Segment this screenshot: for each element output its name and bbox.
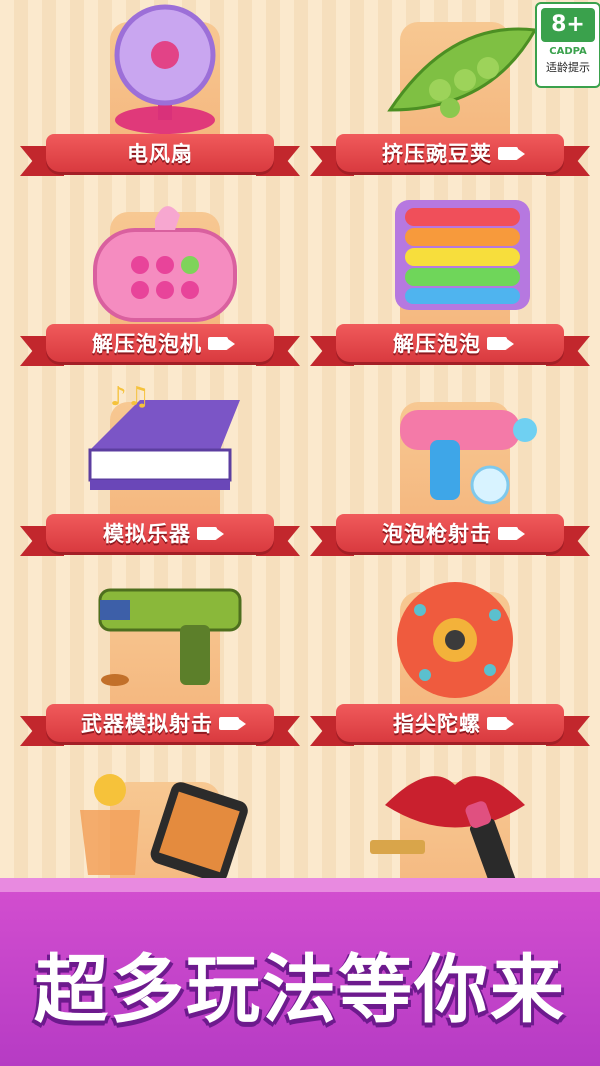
game-ribbon: 电风扇 xyxy=(20,130,300,182)
game-card-fidget-spinner[interactable]: 指尖陀螺 xyxy=(310,570,590,760)
game-ribbon: 模拟乐器 xyxy=(20,510,300,562)
svg-text:♪♫: ♪♫ xyxy=(110,382,150,412)
pop-it-console-icon xyxy=(93,206,237,322)
game-grid: 电风扇 挤压豌豆荚 解压泡泡机 解压泡泡 ♪♫ 模拟乐器 泡泡枪射击 武器模拟射… xyxy=(0,0,600,932)
game-card-fan[interactable]: 电风扇 xyxy=(20,0,300,190)
rating-org: CADPA xyxy=(549,46,587,57)
game-card-pop-it-console[interactable]: 解压泡泡机 xyxy=(20,190,300,380)
game-ribbon: 武器模拟射击 xyxy=(20,700,300,752)
game-label: 模拟乐器 xyxy=(103,522,191,546)
slogan-text: 超多玩法等你来 xyxy=(34,947,566,1033)
game-label: 挤压豌豆荚 xyxy=(382,142,492,166)
game-label: 电风扇 xyxy=(127,142,193,166)
game-label: 泡泡枪射击 xyxy=(382,522,492,546)
pop-it-board-icon xyxy=(395,200,530,310)
game-ribbon: 挤压豌豆荚 xyxy=(310,130,590,182)
game-ribbon: 解压泡泡 xyxy=(310,320,590,372)
game-card-piano[interactable]: ♪♫ 模拟乐器 xyxy=(20,380,300,570)
game-ribbon: 泡泡枪射击 xyxy=(310,510,590,562)
video-ad-icon xyxy=(487,716,514,730)
fidget-spinner-icon xyxy=(397,582,513,698)
video-ad-icon xyxy=(498,526,525,540)
game-card-toy-pistol[interactable]: 武器模拟射击 xyxy=(20,570,300,760)
game-label: 武器模拟射击 xyxy=(81,712,213,736)
game-ribbon: 指尖陀螺 xyxy=(310,700,590,752)
bubble-gun-icon xyxy=(400,410,537,505)
game-card-pop-it-board[interactable]: 解压泡泡 xyxy=(310,190,590,380)
video-ad-icon xyxy=(487,336,514,350)
fan-icon xyxy=(114,4,216,134)
video-ad-icon xyxy=(219,716,246,730)
promo-banner: 超多玩法等你来 xyxy=(0,878,600,1066)
pea-pod-icon xyxy=(387,27,538,118)
video-ad-icon xyxy=(197,526,224,540)
video-ad-icon xyxy=(208,336,235,350)
game-label: 指尖陀螺 xyxy=(393,712,481,736)
piano-icon: ♪♫ xyxy=(88,382,240,490)
game-card-bubble-gun[interactable]: 泡泡枪射击 xyxy=(310,380,590,570)
age-rating: 8+ xyxy=(541,8,595,42)
video-ad-icon xyxy=(498,146,525,160)
age-rating-badge[interactable]: 8+ CADPA 适龄提示 xyxy=(535,2,600,88)
game-ribbon: 解压泡泡机 xyxy=(20,320,300,372)
banner-strip xyxy=(0,878,600,892)
toy-pistol-icon xyxy=(98,588,242,686)
game-label: 解压泡泡机 xyxy=(92,332,202,356)
rating-hint: 适龄提示 xyxy=(546,61,590,74)
game-label: 解压泡泡 xyxy=(393,332,481,356)
